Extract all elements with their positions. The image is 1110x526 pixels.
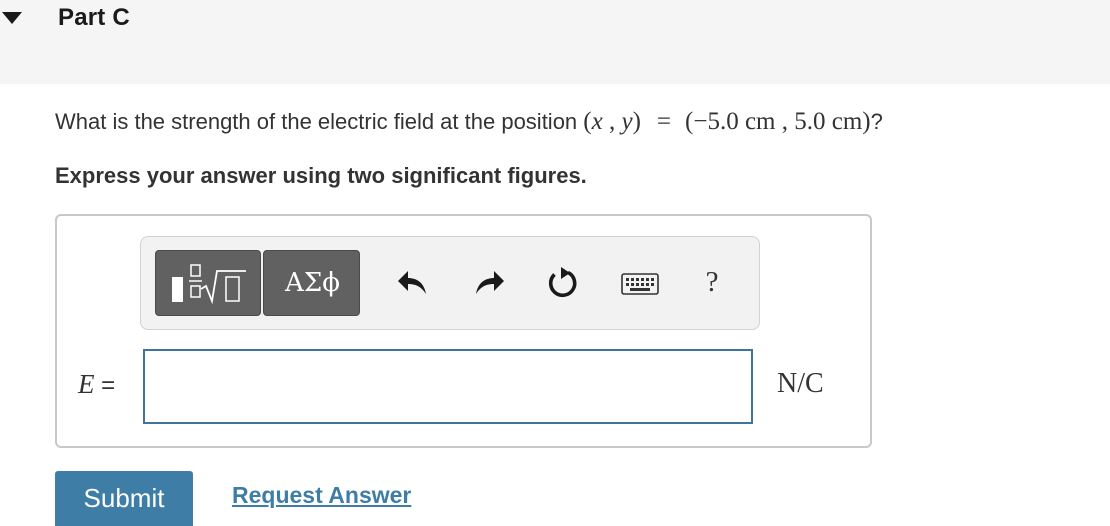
instruction-text: Express your answer using two significan… <box>55 163 587 188</box>
question-text: What is the strength of the electric fie… <box>55 108 883 135</box>
answer-variable-label: E = <box>78 369 116 399</box>
greek-symbols-label: ΑΣϕ <box>285 268 340 298</box>
question-math: (x , y) = (−5.0 cm , 5.0 cm) <box>583 108 871 135</box>
redo-arrow-icon[interactable] <box>472 266 506 300</box>
question-prompt: What is the strength of the electric fie… <box>55 109 578 134</box>
part-header[interactable]: Part C <box>0 0 1110 84</box>
position-value: (−5.0 cm , 5.0 cm) <box>685 108 871 135</box>
greek-symbols-button[interactable]: ΑΣϕ <box>263 250 360 316</box>
help-button[interactable]: ? <box>698 262 726 302</box>
keyboard-icon[interactable] <box>620 266 660 300</box>
reset-circular-arrow-icon[interactable] <box>546 266 580 300</box>
undo-arrow-icon[interactable] <box>396 266 430 300</box>
templates-button[interactable] <box>155 250 261 316</box>
submit-button[interactable]: Submit <box>55 471 193 526</box>
answer-input[interactable] <box>143 349 753 424</box>
part-title: Part C <box>58 4 130 31</box>
request-answer-link[interactable]: Request Answer <box>232 482 411 509</box>
fraction-sqrt-template-icon <box>172 264 246 305</box>
answer-unit-label: N/C <box>777 368 824 399</box>
collapse-caret-icon[interactable] <box>2 12 22 24</box>
